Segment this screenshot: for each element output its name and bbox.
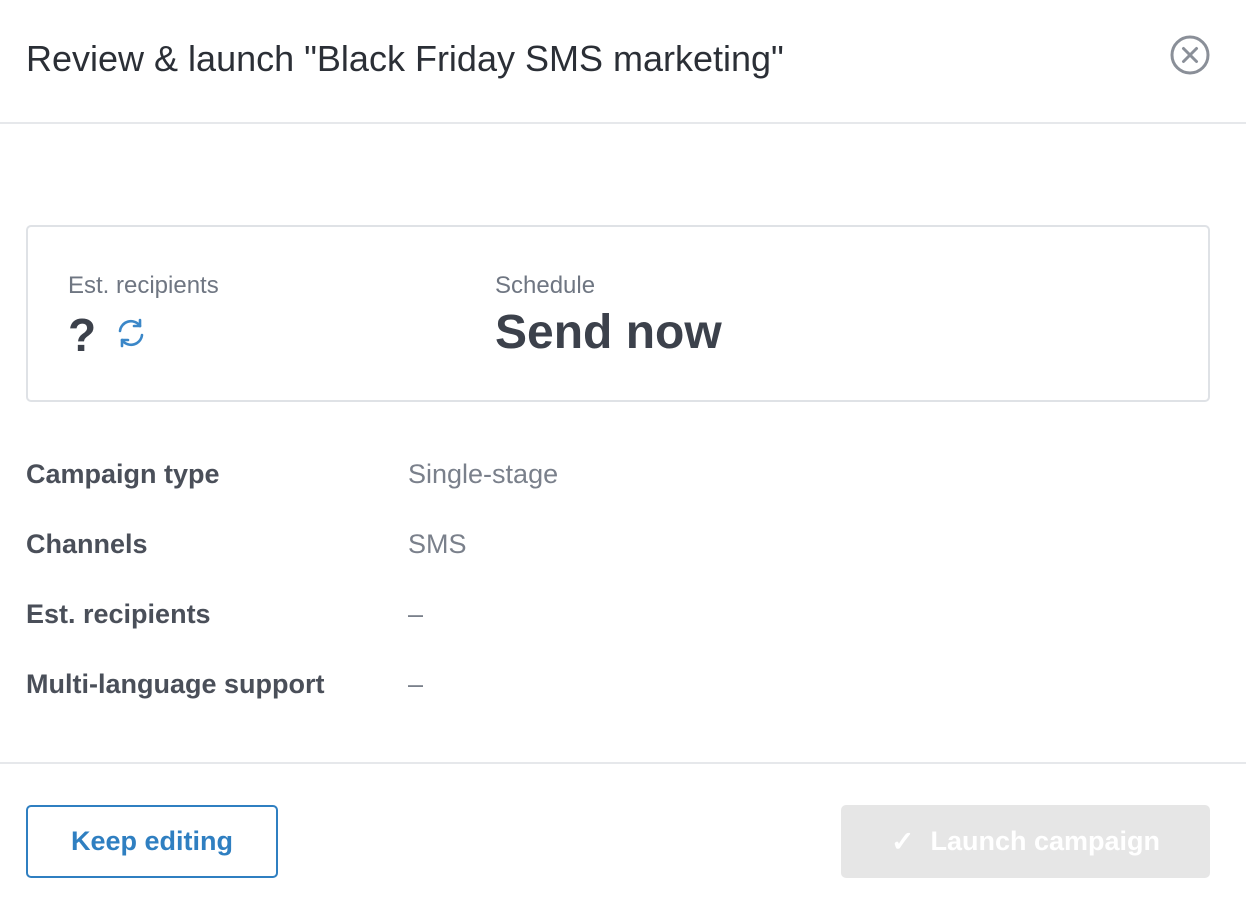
launch-campaign-button[interactable]: ✓ Launch campaign xyxy=(841,805,1210,878)
detail-key: Campaign type xyxy=(26,459,220,489)
modal-header: Review & launch "Black Friday SMS market… xyxy=(0,0,1246,124)
detail-key: Est. recipients xyxy=(26,599,211,629)
refresh-icon[interactable] xyxy=(114,316,148,350)
keep-editing-button[interactable]: Keep editing xyxy=(26,805,278,878)
modal-footer: Keep editing ✓ Launch campaign xyxy=(0,762,1246,908)
detail-row-campaign-type: Campaign type Single-stage xyxy=(26,454,1210,494)
detail-value: – xyxy=(408,669,424,699)
detail-key: Channels xyxy=(26,529,148,559)
detail-value: – xyxy=(408,599,424,629)
detail-value: SMS xyxy=(408,529,467,559)
detail-row-channels: Channels SMS xyxy=(26,524,1210,564)
est-recipients-label: Est. recipients xyxy=(68,272,219,299)
review-launch-modal: Review & launch "Black Friday SMS market… xyxy=(0,0,1246,908)
schedule-value: Send now xyxy=(495,306,722,359)
close-icon[interactable] xyxy=(1168,33,1212,77)
detail-row-multi-language: Multi-language support – xyxy=(26,664,1210,704)
schedule-label: Schedule xyxy=(495,272,596,299)
detail-row-est-recipients: Est. recipients – xyxy=(26,594,1210,634)
modal-title: Review & launch "Black Friday SMS market… xyxy=(26,38,784,79)
detail-value: Single-stage xyxy=(408,459,559,489)
est-recipients-value: ? xyxy=(68,309,97,361)
checkmark-icon: ✓ xyxy=(890,825,915,857)
detail-key: Multi-language support xyxy=(26,669,325,699)
launch-campaign-label: Launch campaign xyxy=(930,826,1160,856)
summary-card: Est. recipients ? Schedule Send now xyxy=(26,225,1210,402)
